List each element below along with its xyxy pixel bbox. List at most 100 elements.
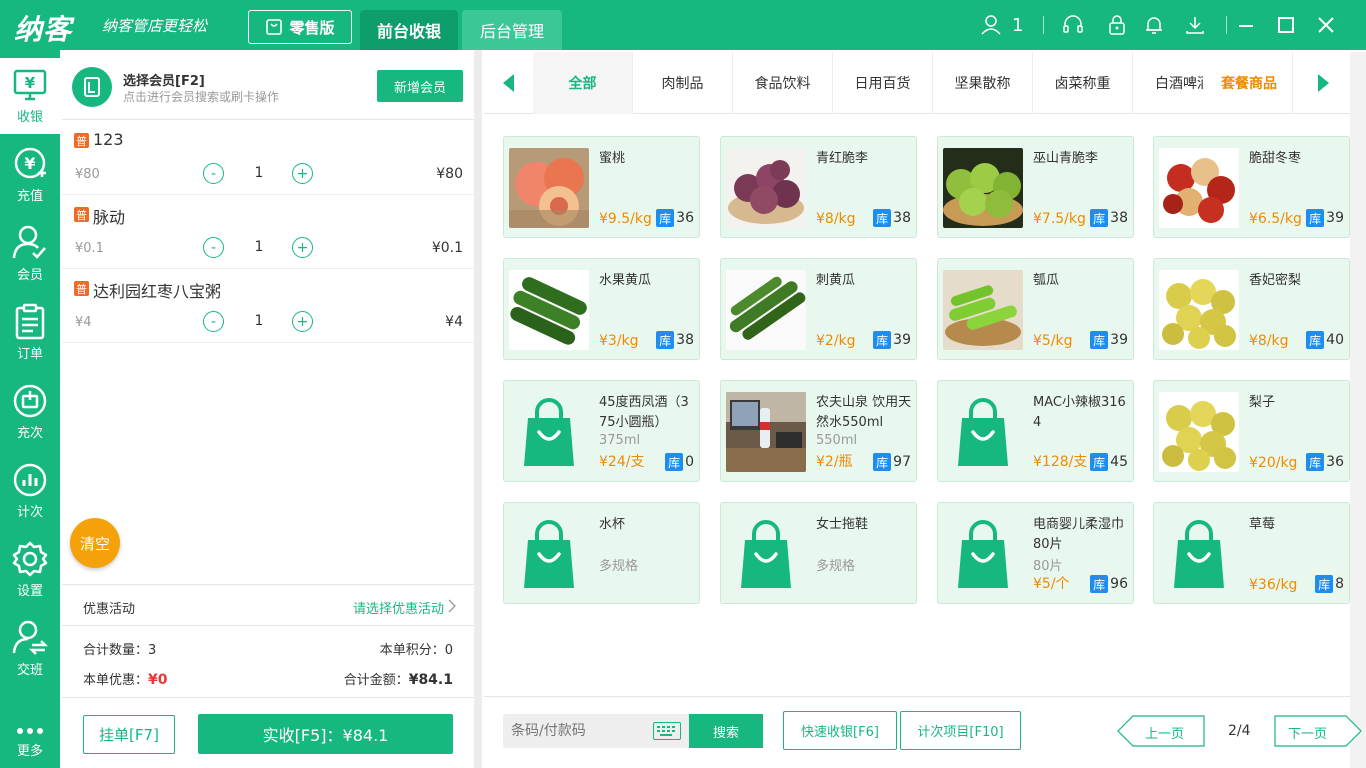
- sidebar-item-label: 更多: [16, 744, 43, 759]
- tab-backend-manage[interactable]: 后台管理: [462, 10, 562, 50]
- product-card[interactable]: 梨子 ¥20/kg 库 36: [1153, 380, 1350, 482]
- sidebar-item-order[interactable]: 订单: [0, 295, 60, 371]
- category-food-drink[interactable]: 食品饮料: [733, 52, 833, 114]
- plus-button[interactable]: +: [292, 311, 313, 332]
- category-combo[interactable]: 套餐商品: [1203, 52, 1293, 114]
- count-icon: [13, 463, 47, 497]
- headset-icon[interactable]: [1062, 0, 1084, 50]
- minus-button[interactable]: -: [203, 163, 224, 184]
- more-icon: [17, 728, 43, 734]
- product-card[interactable]: 水杯 多规格: [503, 502, 700, 604]
- sidebar-item-cashier[interactable]: ¥ 收银: [0, 58, 60, 134]
- category-deli[interactable]: 卤菜称重: [1033, 52, 1133, 114]
- barcode-input[interactable]: [511, 714, 641, 748]
- pay-button[interactable]: 实收[F5]：¥84.1: [198, 714, 453, 754]
- item-qty[interactable]: 1: [242, 165, 276, 181]
- sidebar-item-recharge-times[interactable]: 充次: [0, 374, 60, 450]
- item-qty[interactable]: 1: [242, 239, 276, 255]
- category-daily[interactable]: 日用百货: [833, 52, 933, 114]
- recharge-icon: ¥: [14, 147, 46, 179]
- minus-button[interactable]: -: [203, 237, 224, 258]
- minimize-icon[interactable]: [1238, 0, 1254, 50]
- search-button[interactable]: 搜索: [689, 714, 763, 748]
- user-area[interactable]: 1: [980, 0, 1023, 50]
- member-selector[interactable]: 选择会员[F2] 点击进行会员搜索或刷卡操作 新增会员: [62, 50, 474, 120]
- sidebar-item-settings[interactable]: 设置: [0, 532, 60, 608]
- plus-button[interactable]: +: [292, 163, 313, 184]
- category-meat[interactable]: 肉制品: [633, 52, 733, 114]
- promotion-row[interactable]: 优惠活动 请选择优惠活动: [62, 584, 474, 626]
- count-items-button[interactable]: 计次项目[F10]: [900, 711, 1021, 750]
- sidebar-item-label: 会员: [16, 268, 43, 283]
- cart-item[interactable]: 普 123 ¥80 - 1 + ¥80: [62, 121, 474, 195]
- product-name: 香妃密梨: [1249, 273, 1302, 288]
- category-liquor[interactable]: 白酒啤酒: [1133, 52, 1203, 114]
- sidebar-item-member[interactable]: 会员: [0, 216, 60, 292]
- stock-badge: 库: [873, 453, 892, 471]
- tab-front-cashier[interactable]: 前台收银: [360, 10, 458, 50]
- maximize-icon[interactable]: [1278, 0, 1294, 50]
- plus-button[interactable]: +: [292, 237, 313, 258]
- clear-cart-button[interactable]: 清空: [70, 518, 120, 568]
- minus-button[interactable]: -: [203, 311, 224, 332]
- product-card[interactable]: 瓠瓜 ¥5/kg 库 39: [937, 258, 1134, 360]
- bell-icon[interactable]: [1144, 0, 1164, 50]
- product-card[interactable]: 女士拖鞋 多规格: [720, 502, 917, 604]
- product-card[interactable]: 香妃密梨 ¥8/kg 库 40: [1153, 258, 1350, 360]
- product-card[interactable]: 刺黄瓜 ¥2/kg 库 39: [720, 258, 917, 360]
- member-title: 选择会员[F2]: [123, 74, 205, 89]
- bag-icon: [266, 19, 283, 35]
- product-card[interactable]: 水果黄瓜 ¥3/kg 库 38: [503, 258, 700, 360]
- keyboard-icon[interactable]: [653, 722, 681, 740]
- search-box[interactable]: [503, 714, 689, 748]
- sidebar-item-more[interactable]: 更多: [0, 712, 60, 768]
- product-card[interactable]: 45度西凤酒（375小圆瓶） 375ml ¥24/支 库 0: [503, 380, 700, 482]
- sidebar-item-handover[interactable]: 交班: [0, 611, 60, 687]
- handover-icon: [12, 620, 49, 655]
- product-card[interactable]: MAC小辣椒3164 ¥128/支库 45: [937, 380, 1134, 482]
- scrollbar[interactable]: [1350, 52, 1366, 768]
- page-indicator: 2/4: [1228, 723, 1251, 739]
- quick-checkout-button[interactable]: 快速收银[F6]: [783, 711, 897, 750]
- member-price-badge: 普: [74, 281, 89, 296]
- jujube-image: [1159, 148, 1239, 228]
- stock-value: 40: [1326, 332, 1344, 348]
- chevron-right-icon: [448, 599, 456, 613]
- item-qty[interactable]: 1: [242, 313, 276, 329]
- promotion-select[interactable]: 请选择优惠活动: [353, 598, 444, 617]
- product-card[interactable]: 巫山青脆李 ¥7.5/kg 库 38: [937, 136, 1134, 238]
- sidebar-item-label: 订单: [16, 347, 43, 362]
- discount-label: 本单优惠：: [83, 673, 149, 688]
- category-nuts[interactable]: 坚果散称: [933, 52, 1033, 114]
- cart-item[interactable]: 普 达利园红枣八宝粥 ¥4 - 1 + ¥4: [62, 269, 474, 343]
- cucumber-image: [509, 270, 589, 350]
- close-icon[interactable]: [1318, 0, 1334, 50]
- product-name: 45度西凤酒（375小圆瓶）: [599, 395, 689, 430]
- sidebar-item-count[interactable]: 计次: [0, 453, 60, 529]
- product-card[interactable]: 青红脆李 ¥8/kg 库 38: [720, 136, 917, 238]
- cart-item[interactable]: 普 脉动 ¥0.1 - 1 + ¥0.1: [62, 195, 474, 269]
- item-name: 123: [93, 130, 124, 149]
- prev-page-label: 上一页: [1145, 727, 1185, 742]
- category-all[interactable]: 全部: [533, 52, 633, 114]
- edition-button[interactable]: 零售版: [248, 10, 352, 44]
- category-prev-button[interactable]: [484, 52, 534, 114]
- product-card[interactable]: 电商婴儿柔湿巾80片 80片 ¥5/个 库 96: [937, 502, 1134, 604]
- download-icon[interactable]: [1184, 0, 1206, 50]
- hang-order-button[interactable]: 挂单[F7]: [83, 715, 175, 754]
- product-price: ¥8/kg: [816, 211, 856, 227]
- user-count: 1: [1012, 14, 1024, 36]
- category-next-button[interactable]: [1298, 52, 1348, 114]
- prev-page-button[interactable]: 上一页: [1117, 715, 1205, 747]
- product-card[interactable]: 农夫山泉 饮用天然水550ml 550ml ¥2/瓶 库 97: [720, 380, 917, 482]
- sidebar-item-recharge[interactable]: ¥ 充值: [0, 137, 60, 213]
- add-member-button[interactable]: 新增会员: [377, 70, 463, 102]
- product-stock: 库 45: [1090, 453, 1128, 471]
- cart-actions: 挂单[F7] 实收[F5]：¥84.1: [62, 697, 474, 768]
- next-page-button[interactable]: 下一页: [1274, 715, 1362, 747]
- product-card[interactable]: 脆甜冬枣 ¥6.5/kg 库 39: [1153, 136, 1350, 238]
- product-card[interactable]: 蜜桃 ¥9.5/kg 库 36: [503, 136, 700, 238]
- lock-icon[interactable]: [1107, 0, 1127, 50]
- product-card[interactable]: 草莓 ¥36/kg 库 8: [1153, 502, 1350, 604]
- product-stock: 库 96: [1090, 575, 1128, 593]
